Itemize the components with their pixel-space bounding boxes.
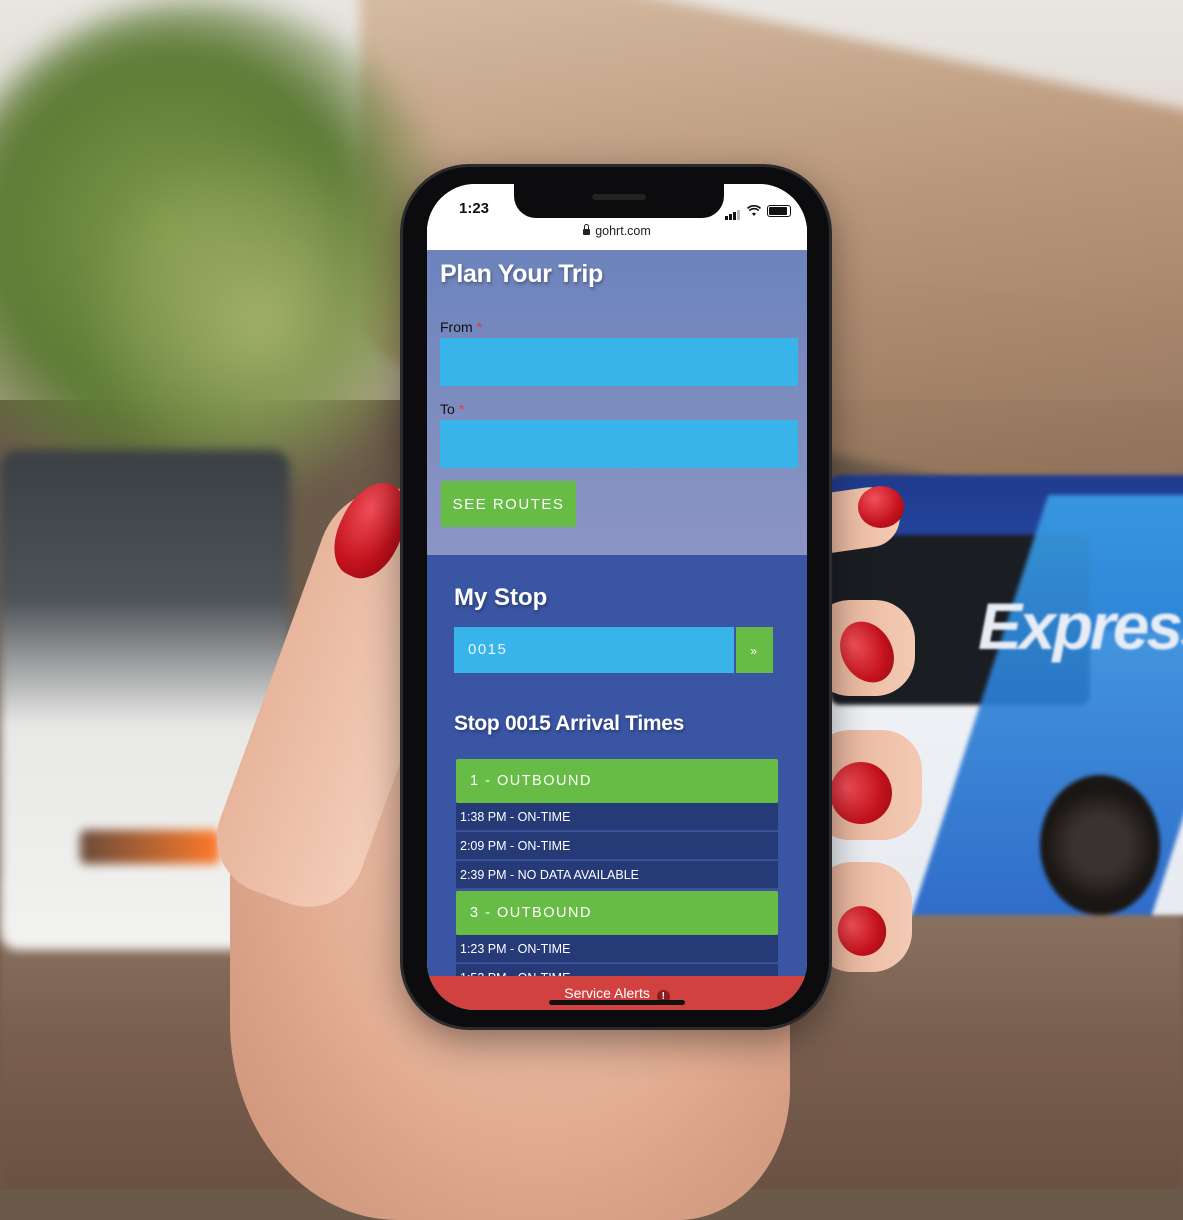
- see-routes-button[interactable]: SEE ROUTES: [441, 481, 576, 527]
- arrival-row: 2:39 PM - NO DATA AVAILABLE: [456, 861, 778, 889]
- route-header-1-outbound[interactable]: 1 - OUTBOUND: [456, 759, 778, 803]
- bus-lamp: [80, 830, 220, 864]
- finger-nail-1: [858, 486, 904, 528]
- arrival-times-title: Stop 0015 Arrival Times: [454, 712, 685, 735]
- service-alerts-label: Service Alerts: [564, 985, 650, 1001]
- plan-trip-section: Plan Your Trip From * To * SEE ROUTES: [427, 250, 807, 555]
- battery-icon: [767, 205, 791, 217]
- bus-brand-text: Express: [978, 589, 1183, 663]
- bus-wheel: [1040, 775, 1160, 915]
- plan-trip-title: Plan Your Trip: [440, 260, 603, 288]
- phone-notch: [514, 184, 724, 218]
- speaker-grille: [592, 194, 646, 200]
- route-header-3-outbound[interactable]: 3 - OUTBOUND: [456, 891, 778, 935]
- status-time: 1:23: [459, 200, 490, 217]
- phone-screen: 1:23 gohrt.com Plan Your Trip From * To …: [427, 184, 807, 1010]
- cellular-signal-icon: [725, 202, 741, 220]
- required-marker: *: [458, 401, 465, 417]
- arrival-row: 1:38 PM - ON-TIME: [456, 803, 778, 831]
- from-label: From *: [440, 319, 482, 335]
- system-icons: [725, 202, 791, 220]
- home-indicator: [549, 1000, 685, 1005]
- wifi-icon: [747, 205, 761, 216]
- to-input[interactable]: [440, 420, 798, 468]
- required-marker: *: [476, 319, 483, 335]
- url-text: gohrt.com: [595, 224, 651, 238]
- arrival-row: 2:09 PM - ON-TIME: [456, 832, 778, 860]
- to-label: To *: [440, 401, 464, 417]
- stop-go-button[interactable]: »: [736, 627, 773, 673]
- arrival-row: 1:23 PM - ON-TIME: [456, 935, 778, 963]
- my-stop-section: My Stop 0015 » Stop 0015 Arrival Times 1…: [427, 555, 807, 1010]
- stop-number-input[interactable]: 0015: [454, 627, 734, 673]
- from-label-text: From: [440, 319, 473, 335]
- my-stop-title: My Stop: [454, 584, 548, 611]
- to-label-text: To: [440, 401, 455, 417]
- browser-url-bar[interactable]: gohrt.com: [427, 224, 807, 250]
- lock-icon: [583, 224, 591, 235]
- tree-highlight: [80, 140, 440, 500]
- from-input[interactable]: [440, 338, 798, 386]
